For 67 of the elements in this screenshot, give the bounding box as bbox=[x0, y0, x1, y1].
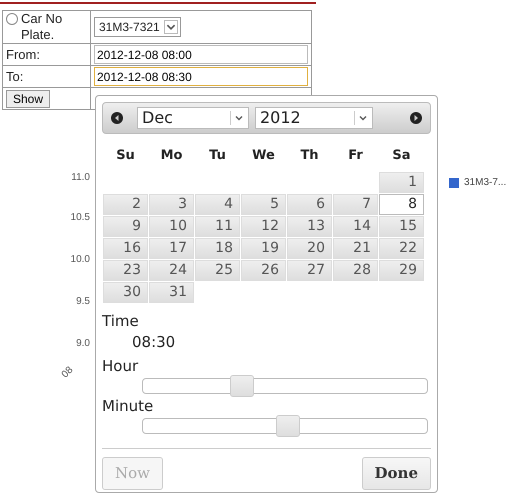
time-value: 08:30 bbox=[132, 333, 176, 351]
day-cell[interactable]: 6 bbox=[287, 194, 332, 215]
slider-label: Minute bbox=[102, 397, 154, 415]
date-time-field[interactable]: 2012-12-08 08:30 bbox=[94, 67, 308, 86]
axis-tick-label: 10.0 bbox=[70, 253, 90, 267]
day-cell[interactable]: 16 bbox=[103, 238, 148, 259]
weekday-label: Fr bbox=[347, 147, 364, 166]
legend-label: 31M3-7... bbox=[464, 176, 506, 190]
day-cell[interactable]: 26 bbox=[241, 260, 286, 281]
done-button[interactable]: Done bbox=[362, 457, 431, 490]
slider-label: Hour bbox=[102, 357, 138, 375]
day-cell[interactable]: 31 bbox=[149, 282, 194, 303]
caret-icon bbox=[230, 111, 244, 125]
day-cell[interactable]: 2 bbox=[103, 194, 148, 215]
axis-tick-label: 10.5 bbox=[70, 211, 90, 225]
day-cell[interactable]: 28 bbox=[333, 260, 378, 281]
axis-tick-label: 11.0 bbox=[71, 171, 90, 185]
time-label: Time bbox=[102, 312, 140, 330]
day-cell[interactable]: 7 bbox=[333, 194, 378, 215]
day-cell[interactable]: 15 bbox=[379, 216, 424, 237]
day-cell[interactable]: 11 bbox=[195, 216, 240, 237]
day-cell[interactable]: 30 bbox=[103, 282, 148, 303]
day-cell[interactable]: 24 bbox=[149, 260, 194, 281]
month-select[interactable]: Dec bbox=[137, 107, 249, 129]
date-time-field[interactable]: 2012-12-08 08:00 bbox=[94, 45, 308, 64]
weekday-label: Tu bbox=[208, 147, 227, 166]
day-cell[interactable]: 14 bbox=[333, 216, 378, 237]
day-cell[interactable]: 9 bbox=[103, 216, 148, 237]
day-cell[interactable]: 13 bbox=[287, 216, 332, 237]
weekday-label: Sa bbox=[391, 147, 412, 166]
axis-tick-label: 08 bbox=[58, 364, 76, 382]
caret-icon bbox=[354, 111, 368, 125]
day-cell[interactable]: 10 bbox=[149, 216, 194, 237]
day-cell[interactable]: 23 bbox=[103, 260, 148, 281]
day-cell[interactable]: 29 bbox=[379, 260, 424, 281]
day-cell[interactable]: 17 bbox=[149, 238, 194, 259]
next-icon[interactable] bbox=[410, 112, 422, 124]
radio-label: Car No Plate. bbox=[21, 11, 64, 43]
day-cell[interactable]: 22 bbox=[379, 238, 424, 259]
year-select[interactable]: 2012 bbox=[255, 107, 373, 129]
field-label: To: bbox=[6, 68, 24, 84]
day-cell[interactable]: 19 bbox=[241, 238, 286, 259]
day-cell[interactable]: 25 bbox=[195, 260, 240, 281]
slider-handle[interactable] bbox=[276, 415, 300, 437]
weekday-label: Th bbox=[299, 147, 320, 166]
caret-icon bbox=[164, 20, 178, 34]
day-cell[interactable]: 1 bbox=[379, 172, 424, 193]
plate-select[interactable]: 31M3-7321 bbox=[94, 17, 181, 37]
weekday-label: Su bbox=[115, 147, 136, 166]
axis-tick-label: 9.5 bbox=[76, 295, 90, 309]
slider-handle[interactable] bbox=[230, 375, 254, 397]
weekday-label: Mo bbox=[160, 147, 184, 166]
day-cell[interactable]: 27 bbox=[287, 260, 332, 281]
field-label: From: bbox=[6, 46, 40, 62]
previous-icon[interactable] bbox=[111, 112, 123, 124]
axis-tick-label: 9.0 bbox=[76, 337, 90, 351]
day-cell[interactable]: 8 bbox=[379, 194, 424, 215]
day-cell[interactable]: 3 bbox=[149, 194, 194, 215]
day-cell[interactable]: 21 bbox=[333, 238, 378, 259]
show-button[interactable]: Show bbox=[6, 90, 50, 108]
day-cell[interactable]: 5 bbox=[241, 194, 286, 215]
day-cell[interactable]: 18 bbox=[195, 238, 240, 259]
day-cell[interactable]: 4 bbox=[195, 194, 240, 215]
radio-button[interactable] bbox=[6, 13, 18, 25]
day-cell[interactable]: 20 bbox=[287, 238, 332, 259]
day-cell[interactable]: 12 bbox=[241, 216, 286, 237]
weekday-label: We bbox=[251, 147, 276, 166]
